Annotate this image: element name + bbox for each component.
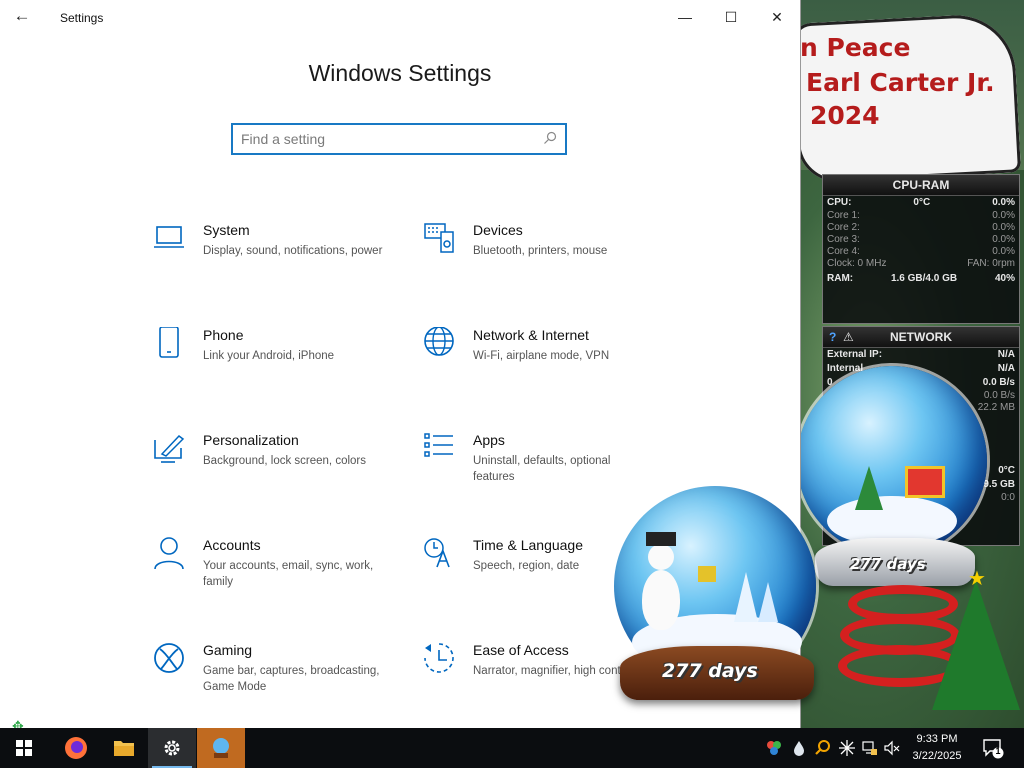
warning-icon: ⚠ bbox=[843, 330, 854, 344]
taskbar-desktop-app[interactable] bbox=[197, 728, 245, 768]
snowflake-icon[interactable] bbox=[839, 740, 855, 756]
snowman-icon bbox=[642, 570, 680, 630]
clock-fan-row: Clock: 0 MHz FAN: 0rpm bbox=[827, 258, 1015, 269]
days-counter-small: 277 days bbox=[850, 555, 926, 573]
settings-tile-phone[interactable]: Phone Link your Android, iPhone bbox=[153, 327, 403, 397]
firefox-icon bbox=[65, 737, 87, 759]
taskbar-file-explorer[interactable] bbox=[100, 728, 148, 768]
tile-title: Phone bbox=[203, 327, 244, 343]
minimize-button[interactable]: — bbox=[662, 0, 708, 34]
clock-date: 3/22/2025 bbox=[912, 750, 962, 762]
gadget-header: ? ⚠ NETWORK bbox=[823, 327, 1019, 348]
gadget-title: NETWORK bbox=[890, 330, 952, 344]
settings-tile-personalization[interactable]: Personalization Background, lock screen,… bbox=[153, 432, 403, 502]
tree-icon bbox=[855, 466, 883, 510]
tile-description: Background, lock screen, colors bbox=[203, 455, 366, 467]
search-icon[interactable] bbox=[543, 131, 557, 145]
ram-row: RAM: 1.6 GB/4.0 GB 40% bbox=[827, 273, 1015, 284]
star-icon: ★ bbox=[968, 568, 986, 590]
person-icon bbox=[154, 537, 184, 570]
poster-line: n Peace bbox=[800, 33, 911, 62]
gift-icon bbox=[698, 566, 716, 582]
magnifier-tray-icon[interactable] bbox=[815, 740, 831, 756]
snow-globe-app-icon bbox=[213, 738, 229, 758]
gift-icon bbox=[905, 466, 945, 498]
help-icon[interactable]: ? bbox=[829, 330, 836, 344]
tile-description: Your accounts, email, sync, work, family bbox=[203, 560, 374, 588]
search-input[interactable] bbox=[241, 130, 531, 148]
folder-icon bbox=[114, 741, 134, 756]
core-row: Core 4: 0.0% bbox=[827, 246, 1015, 257]
tile-description: Wi-Fi, airplane mode, VPN bbox=[473, 350, 610, 362]
page-title: Windows Settings bbox=[308, 60, 492, 86]
cpu-row: CPU: 0°C 0.0% bbox=[827, 197, 1015, 208]
tile-title: Devices bbox=[473, 222, 523, 238]
tile-title: Accounts bbox=[203, 537, 261, 553]
tile-description: Game bar, captures, broadcasting, Game M… bbox=[203, 665, 380, 693]
settings-tile-apps[interactable]: Apps Uninstall, defaults, optional featu… bbox=[423, 432, 673, 502]
taskbar: 9:33 PM 3/22/2025 1 bbox=[0, 728, 1024, 768]
search-box[interactable] bbox=[231, 123, 567, 155]
windows-logo-icon bbox=[16, 740, 32, 756]
tile-title: Apps bbox=[473, 432, 505, 448]
tile-title: Personalization bbox=[203, 432, 299, 448]
core-row: Core 2: 0.0% bbox=[827, 222, 1015, 233]
settings-tile-accounts[interactable]: Accounts Your accounts, email, sync, wor… bbox=[153, 537, 403, 607]
window-title: Settings bbox=[60, 11, 104, 25]
start-button[interactable] bbox=[0, 728, 48, 768]
droplet-icon[interactable] bbox=[791, 740, 807, 756]
network-icon[interactable] bbox=[862, 740, 878, 756]
settings-tile-network[interactable]: Network & Internet Wi-Fi, airplane mode,… bbox=[423, 327, 673, 397]
taskbar-firefox[interactable] bbox=[52, 728, 100, 768]
time-language-icon bbox=[424, 538, 450, 568]
clock[interactable]: 9:33 PM 3/22/2025 bbox=[902, 731, 972, 765]
notification-count: 1 bbox=[995, 746, 1001, 756]
christmas-tree-icon bbox=[932, 580, 1020, 710]
taskbar-settings[interactable] bbox=[148, 728, 196, 768]
snowman-head bbox=[648, 544, 674, 570]
tile-description: Bluetooth, printers, mouse bbox=[473, 245, 608, 257]
tile-description: Display, sound, notifications, power bbox=[203, 245, 383, 257]
days-counter-large: 277 days bbox=[662, 660, 758, 682]
tile-title: System bbox=[203, 222, 250, 238]
close-button[interactable]: ✕ bbox=[754, 0, 800, 34]
tile-title: Time & Language bbox=[473, 537, 583, 553]
gear-icon bbox=[164, 740, 180, 756]
snowy-tree-icon bbox=[758, 582, 778, 622]
settings-tile-gaming[interactable]: Gaming Game bar, captures, broadcasting,… bbox=[153, 642, 403, 712]
tile-description: Uninstall, defaults, optional features bbox=[473, 455, 611, 483]
clock-time: 9:33 PM bbox=[916, 733, 958, 745]
tile-title: Network & Internet bbox=[473, 327, 589, 343]
core-row: Core 3: 0.0% bbox=[827, 234, 1015, 245]
snow-globe-small[interactable] bbox=[797, 366, 987, 556]
core-row: Core 1: 0.0% bbox=[827, 210, 1015, 221]
tile-title: Gaming bbox=[203, 642, 253, 658]
settings-tile-system[interactable]: System Display, sound, notifications, po… bbox=[153, 222, 403, 292]
back-button[interactable]: ← bbox=[8, 4, 36, 30]
keyboard-speaker-icon bbox=[424, 223, 454, 253]
volume-muted-icon[interactable] bbox=[884, 740, 900, 756]
paint-brush-icon bbox=[154, 434, 185, 463]
tile-title: Ease of Access bbox=[473, 642, 569, 658]
snowy-tree-icon bbox=[734, 572, 758, 622]
top-hat-icon bbox=[646, 532, 676, 546]
globe-icon bbox=[424, 327, 454, 356]
title-bar[interactable]: ← Settings — ☐ ✕ bbox=[0, 0, 800, 34]
action-center-button[interactable]: 1 bbox=[982, 737, 1004, 759]
poster-line: 2024 bbox=[810, 101, 880, 130]
phone-icon bbox=[159, 327, 179, 358]
gadget-title: CPU-RAM bbox=[823, 175, 1019, 196]
ease-of-access-icon bbox=[424, 643, 454, 673]
tile-description: Link your Android, iPhone bbox=[203, 350, 335, 362]
colorful-tray-icon[interactable] bbox=[766, 740, 782, 756]
laptop-icon bbox=[154, 226, 184, 248]
settings-tile-devices[interactable]: Devices Bluetooth, printers, mouse bbox=[423, 222, 673, 292]
poster-line: Earl Carter Jr. bbox=[806, 68, 995, 97]
external-ip-row: External IP: N/A bbox=[827, 349, 1015, 360]
cpu-ram-gadget[interactable]: CPU-RAM CPU: 0°C 0.0% Core 1: 0.0% Core 2… bbox=[822, 174, 1020, 324]
apps-list-icon bbox=[424, 433, 453, 457]
xbox-icon bbox=[154, 643, 184, 673]
maximize-button[interactable]: ☐ bbox=[708, 0, 754, 34]
